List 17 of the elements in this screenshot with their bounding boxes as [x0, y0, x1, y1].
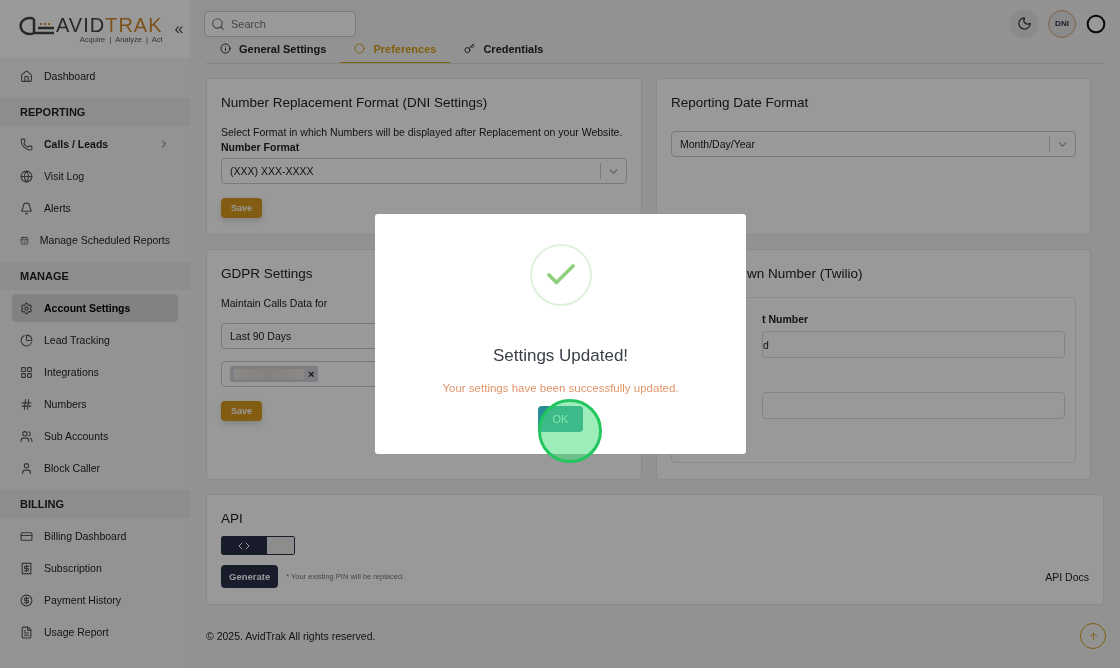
section-heading: MANAGE: [0, 262, 190, 290]
card-title: wn Number (Twilio): [746, 266, 864, 281]
card-title: API: [221, 511, 244, 526]
dialog-message: Your settings have been successfully updated.: [442, 382, 679, 394]
card-description: Select Format in which Numbers will be displayed after Replacement on your Website.: [221, 126, 624, 138]
card-title: GDPR Settings: [221, 266, 314, 281]
blurred-tag: ×: [230, 366, 319, 382]
section-heading: BILLING: [0, 490, 190, 518]
section-heading: REPORTING: [0, 98, 190, 126]
card-title: Number Replacement Format (DNI Settings): [221, 95, 489, 110]
footer-copyright: © 2025. AvidTrak All rights reserved.: [206, 630, 377, 642]
field-label: Number Format: [221, 141, 301, 153]
dialog-title: Settings Updated!: [492, 346, 629, 366]
card-title: Reporting Date Format: [671, 95, 810, 110]
brand-name: AVIDTRAK: [56, 14, 163, 37]
field-label: Maintain Calls Data for: [221, 297, 329, 309]
field-label: t Number: [762, 313, 810, 325]
